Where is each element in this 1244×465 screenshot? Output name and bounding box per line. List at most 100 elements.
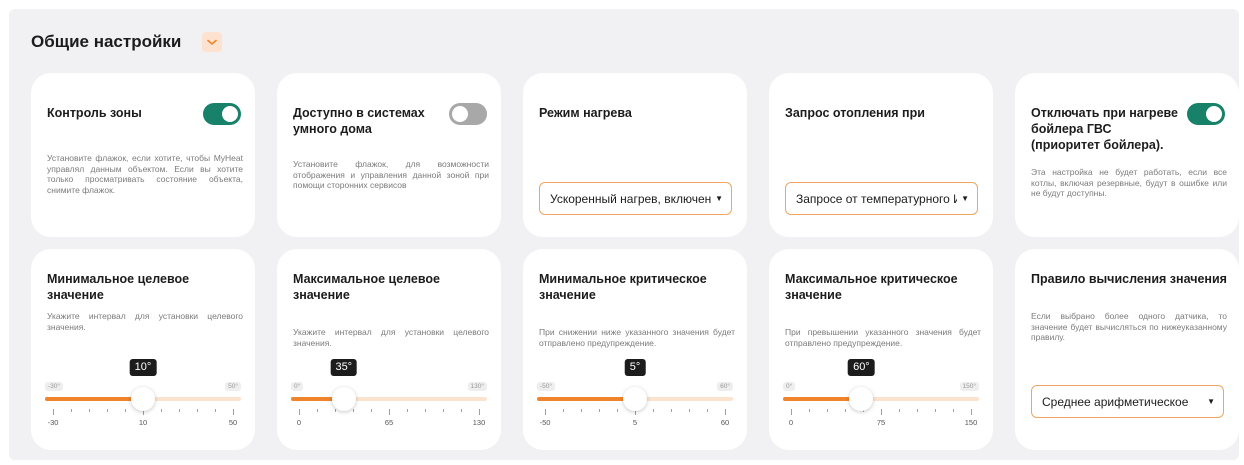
- slider-tick: [791, 409, 792, 415]
- slider-tick: [161, 409, 162, 412]
- slider-tick-label: 60: [720, 418, 730, 427]
- caret-down-icon: ▼: [715, 194, 723, 203]
- slider-tick-label: -30: [47, 418, 59, 427]
- slider-tick: [581, 409, 582, 412]
- slider-value-bubble: 5°: [624, 359, 646, 376]
- max-target-slider[interactable]: 35° 0° 130° 0 65 130: [291, 359, 487, 439]
- slider-tick-label: 65: [384, 418, 394, 427]
- slider-tick: [563, 409, 564, 412]
- zone-control-toggle[interactable]: [203, 103, 241, 125]
- slider-tick-label: 150: [964, 418, 978, 427]
- min-target-slider[interactable]: 10° -30° 50° -30 10 50: [45, 359, 241, 439]
- slider-tick: [707, 409, 708, 412]
- card-title: Минимальное критическое значение: [539, 272, 707, 302]
- card-description: Установите флажок, если хотите, чтобы My…: [47, 153, 243, 195]
- heating-mode-select[interactable]: Ускоренный нагрев, включени ▼: [539, 182, 732, 215]
- section-header: Общие настройки: [31, 32, 223, 52]
- card-title: Минимальное целевое значение: [47, 272, 190, 302]
- slider-tick: [689, 409, 690, 412]
- slider-tick: [653, 409, 654, 412]
- slider-tick: [371, 409, 372, 412]
- slider-tick: [899, 409, 900, 412]
- slider-tick: [809, 409, 810, 412]
- card-description: Если выбрано более одного датчика, то зн…: [1031, 311, 1227, 342]
- slider-tick: [215, 409, 216, 412]
- slider-tick: [917, 409, 918, 412]
- smart-home-toggle[interactable]: [449, 103, 487, 125]
- card-description: Эта настройка не будет работать, если вс…: [1031, 167, 1227, 198]
- slider-tick: [389, 409, 390, 415]
- card-heating-mode: Режим нагрева Ускоренный нагрев, включен…: [523, 73, 747, 237]
- slider-value-bubble: 35°: [330, 359, 358, 376]
- slider-tick: [89, 409, 90, 412]
- slider-min-label: -30°: [45, 382, 63, 391]
- toggle-knob: [222, 106, 238, 122]
- slider-tick: [71, 409, 72, 412]
- calc-rule-select[interactable]: Среднее арифметическое ▼: [1031, 385, 1224, 418]
- slider-tick-label: 0: [296, 418, 302, 427]
- general-settings-panel: Общие настройки Контроль зоны Установите…: [9, 9, 1239, 460]
- section-title: Общие настройки: [31, 32, 182, 51]
- card-title: Отключать при нагреве бойлера ГВС (приор…: [1031, 106, 1178, 152]
- card-description: При снижении ниже указанного значения бу…: [539, 327, 735, 348]
- slider-tick-label: 5: [632, 418, 638, 427]
- card-max-critical: Максимальное критическое значение При пр…: [769, 249, 993, 450]
- slider-max-label: 60°: [717, 382, 733, 391]
- slider-tick: [935, 409, 936, 412]
- slider-min-label: 0°: [291, 382, 304, 391]
- max-critical-slider[interactable]: 60° 0° 150° 0 75 150: [783, 359, 979, 439]
- slider-tick: [197, 409, 198, 412]
- chevron-down-icon: [207, 39, 218, 45]
- card-smart-home: Доступно в системах умного дома Установи…: [277, 73, 501, 237]
- slider-tick: [53, 409, 54, 415]
- slider-thumb[interactable]: [131, 387, 155, 411]
- slider-max-label: 150°: [959, 382, 979, 391]
- slider-value-bubble: 60°: [848, 359, 875, 376]
- card-dhw-priority: Отключать при нагреве бойлера ГВС (приор…: [1015, 73, 1239, 237]
- slider-thumb[interactable]: [623, 387, 647, 411]
- slider-tick: [599, 409, 600, 412]
- slider-tick: [617, 409, 618, 412]
- slider-tick-label: 0: [788, 418, 794, 427]
- card-title: Максимальное целевое значение: [293, 272, 440, 302]
- slider-tick: [425, 409, 426, 412]
- collapse-button[interactable]: [202, 32, 223, 52]
- card-min-critical: Минимальное критическое значение При сни…: [523, 249, 747, 450]
- card-min-target: Минимальное целевое значение Укажите инт…: [31, 249, 255, 450]
- card-description: Укажите интервал для установки целевого …: [293, 327, 489, 348]
- slider-tick: [881, 409, 882, 415]
- min-critical-slider[interactable]: 5° -50° 60° -50 5 60: [537, 359, 733, 439]
- heating-request-select[interactable]: Запросе от температурного И/ ▼: [785, 182, 978, 215]
- card-zone-control: Контроль зоны Установите флажок, если хо…: [31, 73, 255, 237]
- slider-tick-label: 75: [876, 418, 886, 427]
- card-title: Контроль зоны: [47, 106, 142, 120]
- slider-max-label: 50°: [225, 382, 241, 391]
- slider-tick: [233, 409, 234, 415]
- slider-min-label: 0°: [783, 382, 796, 391]
- select-value: Запросе от температурного И/: [796, 191, 958, 206]
- slider-tick: [299, 409, 300, 415]
- slider-tick: [971, 409, 972, 415]
- card-description: При превышении указанного значения будет…: [785, 327, 981, 348]
- dhw-priority-toggle[interactable]: [1187, 103, 1225, 125]
- slider-tick-label: 10: [138, 418, 148, 427]
- slider-tick: [353, 409, 354, 412]
- slider-tick-label: 130: [472, 418, 486, 427]
- slider-tick: [545, 409, 546, 415]
- slider-max-label: 130°: [467, 382, 487, 391]
- slider-value-bubble: 10°: [129, 359, 157, 376]
- slider-tick: [407, 409, 408, 412]
- slider-tick: [461, 409, 462, 412]
- slider-tick: [443, 409, 444, 412]
- caret-down-icon: ▼: [961, 194, 969, 203]
- slider-thumb[interactable]: [849, 387, 874, 411]
- card-title: Максимальное критическое значение: [785, 272, 958, 302]
- slider-fill: [45, 397, 143, 401]
- toggle-knob: [1206, 106, 1222, 122]
- slider-tick: [107, 409, 108, 412]
- slider-thumb[interactable]: [331, 387, 356, 411]
- slider-tick: [827, 409, 828, 412]
- card-title: Доступно в системах умного дома: [293, 106, 425, 136]
- slider-tick: [179, 409, 180, 412]
- card-calc-rule: Правило вычисления значения Если выбрано…: [1015, 249, 1239, 450]
